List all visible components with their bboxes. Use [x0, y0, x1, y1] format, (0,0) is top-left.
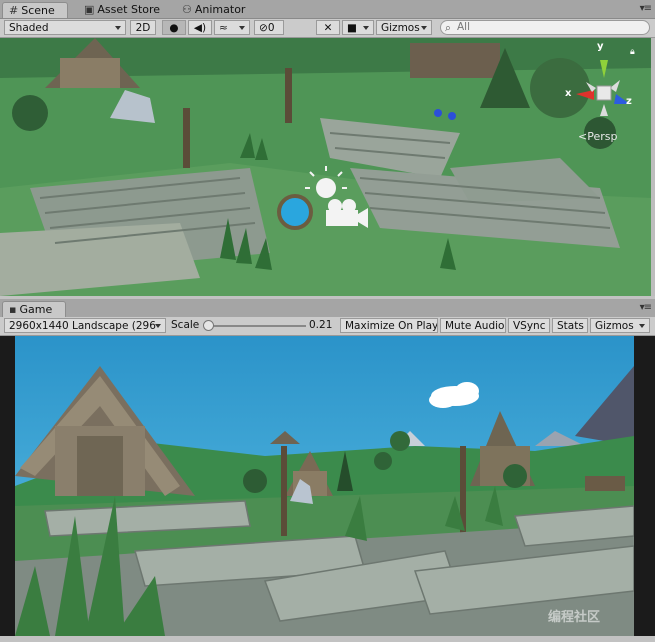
grid-icon: #	[9, 4, 19, 17]
store-icon: ▣	[84, 3, 95, 16]
menu-icon[interactable]: ▾≡	[640, 3, 652, 14]
scene-view[interactable]: y x z <Persp 🔒︎	[0, 38, 651, 296]
hidden-objects-toggle[interactable]: ⊘0	[254, 20, 284, 35]
tab-asset-store[interactable]: ▣ Asset Store	[78, 2, 168, 18]
scene-toolbar: Shaded 2D ● ◀) ≈ ⊘0 ✕ ■ Gizmos ⌕ All	[0, 19, 655, 38]
tab-game[interactable]: ▪ Game	[2, 301, 66, 317]
vsync-toggle[interactable]: VSync	[508, 318, 550, 333]
scene-scrollbar[interactable]	[651, 38, 655, 296]
search-icon: ⌕	[445, 22, 451, 34]
search-input[interactable]: ⌕ All	[440, 20, 650, 35]
scale-slider[interactable]	[206, 325, 306, 327]
game-toolbar: 2960x1440 Landscape (296 Scale 0.21 Maxi…	[0, 317, 655, 336]
axis-y-label: y	[597, 41, 604, 52]
scene-viewport-render	[0, 38, 651, 296]
animator-icon: ⚇	[182, 3, 192, 16]
axis-x-label: x	[565, 88, 572, 99]
scene-tab-bar: # Scene ▣ Asset Store ⚇ Animator ▾≡	[0, 0, 655, 19]
light-icon: ●	[169, 22, 179, 34]
effects-icon: ≈	[219, 22, 228, 34]
perspective-icon: <	[578, 130, 588, 143]
tab-scene[interactable]: # Scene	[2, 2, 68, 18]
game-viewport-render	[15, 336, 634, 636]
tab-animator[interactable]: ⚇ Animator	[176, 2, 260, 18]
game-view[interactable]: 编程社区	[0, 336, 655, 636]
mute-audio-toggle[interactable]: Mute Audio	[440, 318, 506, 333]
tools-toggle[interactable]: ✕	[316, 20, 340, 35]
effects-dropdown[interactable]: ≈	[214, 20, 250, 35]
lock-icon[interactable]: 🔒︎	[630, 47, 635, 57]
game-gizmos-dropdown[interactable]: Gizmos	[590, 318, 650, 333]
resolution-dropdown[interactable]: 2960x1440 Landscape (296	[4, 318, 166, 333]
projection-label[interactable]: <Persp	[578, 130, 617, 143]
axis-z-label: z	[626, 96, 632, 107]
2d-mode-toggle[interactable]: 2D	[130, 20, 156, 35]
menu-icon[interactable]: ▾≡	[640, 302, 652, 313]
tools-icon: ✕	[323, 22, 333, 34]
game-tab-bar: ▪ Game ▾≡	[0, 299, 655, 318]
scale-label: Scale	[171, 319, 200, 331]
shading-mode-dropdown[interactable]: Shaded	[4, 20, 126, 35]
maximize-on-play-toggle[interactable]: Maximize On Play	[340, 318, 438, 333]
camera-icon: ■	[347, 22, 357, 34]
scale-slider-handle[interactable]	[203, 320, 214, 331]
audio-toggle[interactable]: ◀)	[188, 20, 212, 35]
eye-icon: ⊘	[259, 22, 268, 34]
lighting-toggle[interactable]: ●	[162, 20, 186, 35]
stats-toggle[interactable]: Stats	[552, 318, 588, 333]
audio-icon: ◀)	[193, 22, 207, 34]
watermark: 编程社区	[548, 610, 601, 625]
axis-y-cone[interactable]	[600, 60, 608, 78]
camera-dropdown[interactable]: ■	[342, 20, 374, 35]
game-icon: ▪	[9, 303, 17, 316]
axis-x-cone[interactable]	[576, 90, 594, 100]
gizmos-dropdown[interactable]: Gizmos	[376, 20, 432, 35]
scale-value: 0.21	[309, 319, 333, 331]
